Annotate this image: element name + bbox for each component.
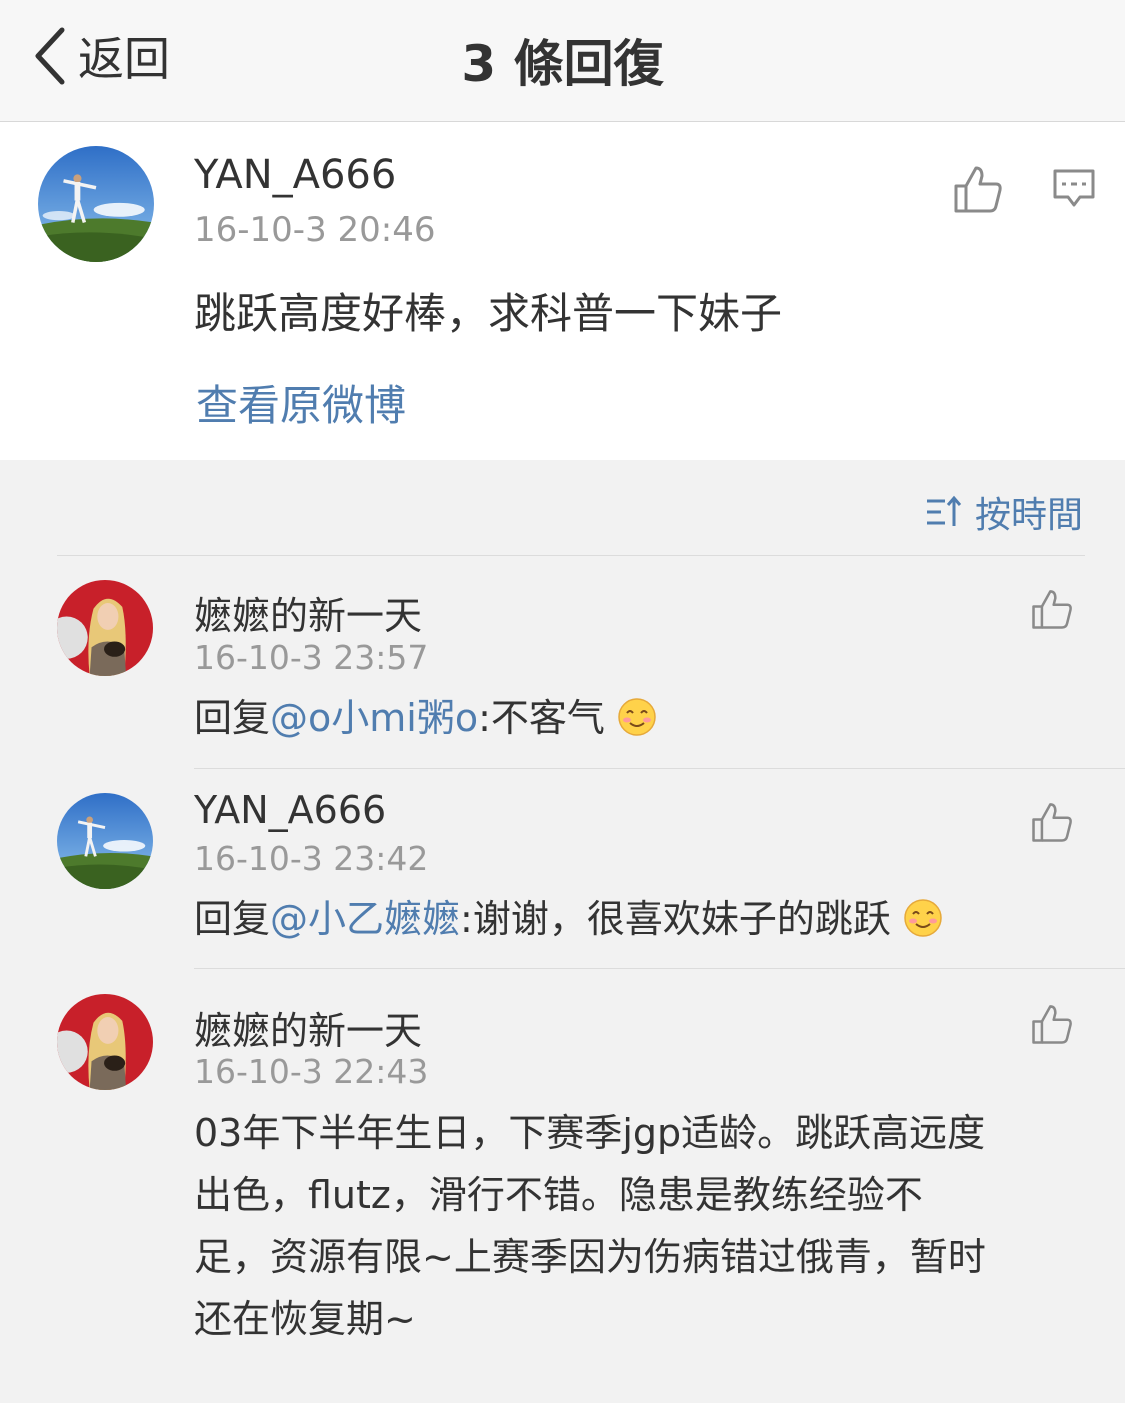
reply-text-line: 出色，flutz，滑行不错。隐患是教练经验不 — [194, 1173, 923, 1217]
view-original-link[interactable]: 查看原微博 — [196, 372, 406, 433]
thumbs-up-icon — [1032, 803, 1072, 842]
reply-text-line: 还在恢复期~ — [194, 1297, 416, 1341]
sort-icon — [926, 495, 962, 526]
username[interactable]: 嬷嬷的新一天 — [194, 1000, 422, 1055]
like-button[interactable] — [1030, 588, 1074, 630]
avatar-image — [57, 994, 153, 1090]
comment-button[interactable] — [1052, 168, 1096, 210]
username[interactable]: 嬷嬷的新一天 — [194, 585, 422, 640]
main-comment: YAN_A666 16-10-3 20:46 跳跃高度好棒，求科普一下妹子 查看… — [0, 122, 1125, 460]
comment-icon — [1053, 169, 1095, 207]
page-title: 3 條回復 — [461, 35, 664, 93]
nav-bar: 返回 3 條回復 — [0, 0, 1125, 122]
reply-prefix: 回复 — [194, 897, 271, 941]
reply-content: :不客气 — [478, 696, 605, 740]
avatar[interactable] — [57, 994, 153, 1090]
sort-bar: 按時間 — [0, 460, 1125, 555]
reply-text: 回复@o小mi粥o:不客气 — [194, 687, 657, 749]
timestamp: 16-10-3 23:57 — [194, 638, 429, 677]
reply-content: :谢谢，很喜欢妹子的跳跃 — [460, 897, 891, 941]
like-button[interactable] — [952, 164, 1004, 214]
mention-link[interactable]: @小乙嬷嬷 — [270, 897, 460, 941]
reply-text: 回复@小乙嬷嬷:谢谢，很喜欢妹子的跳跃 — [194, 888, 943, 950]
avatar[interactable] — [38, 146, 154, 262]
timestamp: 16-10-3 20:46 — [194, 210, 436, 250]
like-button[interactable] — [1030, 801, 1074, 843]
timestamp: 16-10-3 22:43 — [194, 1052, 429, 1091]
avatar-image — [57, 793, 153, 889]
avatar[interactable] — [57, 793, 153, 889]
reply-text-line: 足，资源有限~上赛季因为伤病错过俄青，暂时 — [194, 1235, 986, 1279]
comment-text: 跳跃高度好棒，求科普一下妹子 — [194, 289, 783, 338]
thumbs-up-icon — [954, 166, 1002, 213]
thumbs-up-icon — [1032, 1005, 1072, 1044]
thumbs-up-icon — [1032, 590, 1072, 629]
timestamp: 16-10-3 23:42 — [194, 839, 429, 878]
reply-text-line: 03年下半年生日，下赛季jgp适龄。跳跃高远度 — [194, 1111, 986, 1155]
sort-label: 按時間 — [974, 495, 1083, 536]
username[interactable]: YAN_A666 — [194, 152, 396, 198]
divider — [194, 968, 1125, 969]
like-button[interactable] — [1030, 1003, 1074, 1045]
mention-link[interactable]: @o小mi粥o — [270, 696, 478, 740]
reply-text: 03年下半年生日，下赛季jgp适龄。跳跃高远度 出色，flutz，滑行不错。隐患… — [194, 1102, 1094, 1350]
divider — [194, 768, 1125, 769]
avatar-image — [57, 580, 153, 676]
sort-by-time-button[interactable]: 按時間 — [925, 486, 1083, 538]
smile-emoji-icon — [617, 697, 657, 737]
divider — [57, 555, 1085, 556]
avatar-image — [38, 146, 154, 262]
avatar[interactable] — [57, 580, 153, 676]
reply-prefix: 回复 — [194, 696, 271, 740]
smile-emoji-icon — [903, 898, 943, 938]
username[interactable]: YAN_A666 — [194, 788, 386, 832]
